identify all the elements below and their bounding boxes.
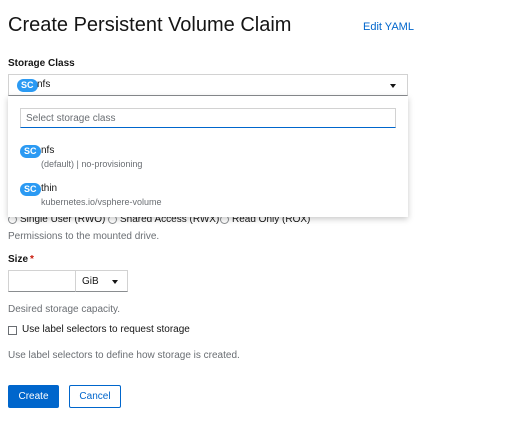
size-help: Desired storage capacity.	[8, 304, 121, 315]
option-description: kubernetes.io/vsphere-volume	[41, 197, 162, 207]
label-selector-help: Use label selectors to define how storag…	[8, 350, 240, 361]
option-name: thin	[41, 183, 58, 194]
storage-class-select[interactable]: SC nfs	[8, 74, 408, 96]
access-mode-help: Permissions to the mounted drive.	[8, 231, 160, 242]
option-name: nfs	[41, 145, 55, 156]
label-selector-checkbox[interactable]	[8, 326, 17, 335]
storage-class-option-thin[interactable]: SC thin kubernetes.io/vsphere-volume	[8, 180, 408, 212]
caret-down-icon	[390, 84, 396, 88]
required-marker: *	[30, 254, 34, 265]
caret-down-icon	[112, 280, 118, 284]
storage-class-search-input[interactable]	[20, 108, 396, 128]
size-input[interactable]	[8, 270, 75, 292]
page-title: Create Persistent Volume Claim	[8, 14, 292, 36]
storage-class-label: Storage Class	[8, 58, 75, 69]
size-unit-select[interactable]: GiB	[75, 270, 128, 292]
option-description: (default) | no-provisioning	[41, 159, 143, 169]
storage-class-badge: SC	[17, 79, 38, 92]
size-unit-value: GiB	[82, 276, 99, 287]
storage-class-dropdown-menu: SC nfs (default) | no-provisioning SC th…	[8, 96, 408, 217]
size-label: Size *	[8, 254, 34, 265]
create-button[interactable]: Create	[8, 385, 59, 408]
size-label-text: Size	[8, 254, 29, 265]
cancel-button[interactable]: Cancel	[69, 385, 121, 408]
label-selector-checkbox-label[interactable]: Use label selectors to request storage	[22, 324, 190, 335]
storage-class-badge: SC	[20, 183, 41, 196]
storage-class-option-nfs[interactable]: SC nfs (default) | no-provisioning	[8, 142, 408, 174]
storage-class-badge: SC	[20, 145, 41, 158]
edit-yaml-link[interactable]: Edit YAML	[363, 21, 414, 33]
storage-class-selected-value: nfs	[37, 79, 51, 90]
